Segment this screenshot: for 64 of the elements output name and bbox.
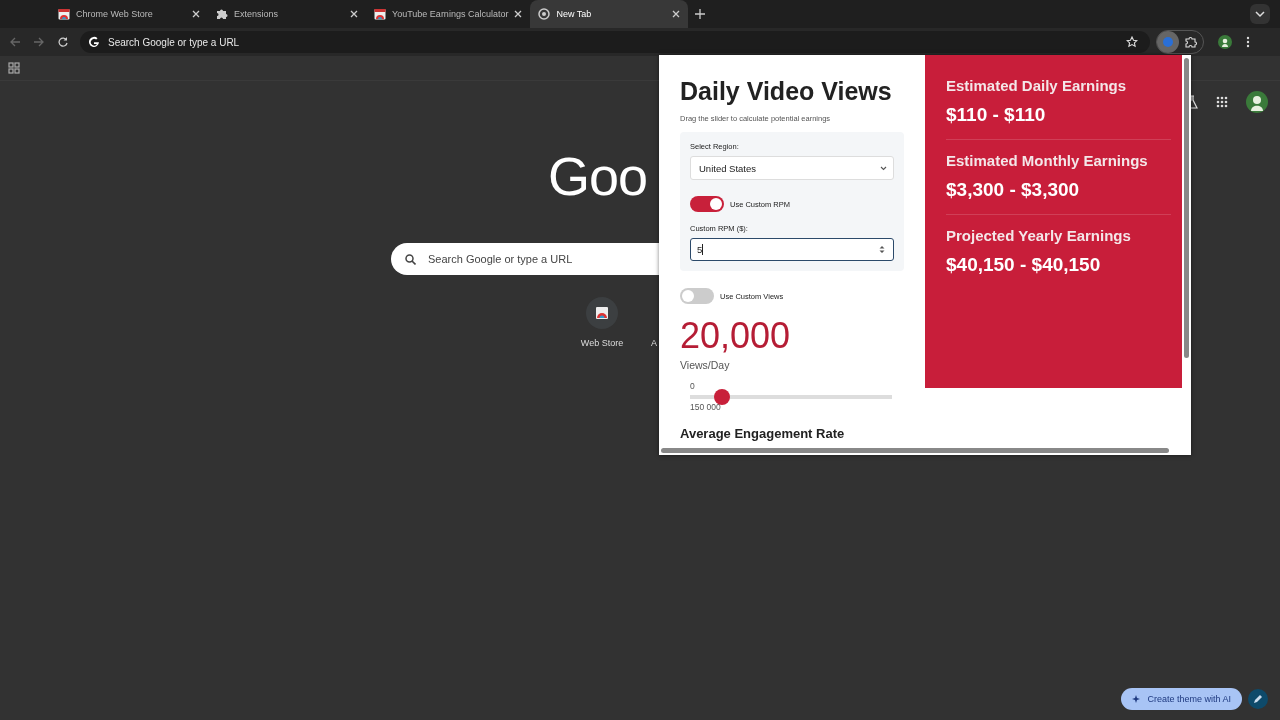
extension-icon[interactable] [1157,31,1179,53]
tab-title: New Tab [556,9,593,19]
edit-icon[interactable] [1248,689,1268,709]
apps-icon[interactable] [8,62,20,74]
toggle-switch[interactable] [690,196,724,212]
store-icon[interactable] [586,297,618,329]
input-value: 5 [697,244,703,255]
slider-thumb[interactable] [714,389,731,405]
tab-search-icon[interactable] [1250,4,1270,24]
reload-icon[interactable] [58,37,68,47]
tab-title: Extensions [234,9,280,19]
forward-icon[interactable] [34,37,44,47]
shortcut-label[interactable]: Web Store [580,338,624,348]
google-logo: Goo [548,149,648,203]
more-icon[interactable] [1246,36,1250,48]
toggle-switch[interactable] [680,288,714,304]
puzzle-icon[interactable] [1185,36,1197,48]
address-bar[interactable]: Search Google or type a URL [80,31,1150,53]
apps-icon[interactable] [1216,96,1228,108]
spinner-icon [879,245,885,254]
back-icon[interactable] [10,37,20,47]
views-unit: Views/Day [680,359,731,371]
address-placeholder: Search Google or type a URL [108,36,240,48]
sparkle-icon [1132,695,1141,703]
new-tab-icon[interactable] [695,9,706,19]
store-icon [374,8,386,20]
profile-avatar-icon[interactable] [1246,91,1268,113]
shortcut-label[interactable]: A [651,338,657,348]
section-heading: Average Engagement Rate [680,426,846,441]
tab-title: YouTube Earnings Calculator [392,9,509,19]
result-value: $110 - $110 [946,104,1047,126]
result-label: Estimated Monthly Earnings [946,152,1149,169]
slider-max-label: 150 000 [690,402,722,412]
create-theme-button[interactable]: Create theme with AI [1121,688,1242,710]
dropdown-value: United States [699,162,757,174]
result-label: Estimated Daily Earnings [946,77,1128,94]
chrome-icon [538,8,551,20]
close-icon[interactable] [514,10,523,18]
popup-title: Daily Video Views [680,77,893,106]
region-dropdown[interactable]: United States [690,156,894,180]
browser-tab[interactable]: YouTube Earnings Calculator [366,0,531,28]
puzzle-icon [216,8,228,20]
rpm-input[interactable]: 5 [690,238,894,261]
close-icon[interactable] [350,10,358,18]
result-value: $3,300 - $3,300 [946,179,1081,201]
star-icon[interactable] [1126,36,1138,48]
google-icon [88,36,100,48]
close-icon[interactable] [672,10,681,18]
search-icon [405,253,416,265]
browser-tab[interactable]: Chrome Web Store [50,0,208,28]
chevron-down-icon [880,165,887,171]
slider-min-label: 0 [690,381,696,391]
tab-title: Chrome Web Store [76,9,154,19]
scrollbar[interactable] [661,448,1169,453]
store-icon [58,8,70,20]
result-label: Projected Yearly Earnings [946,227,1132,244]
profile-avatar-icon[interactable] [1218,35,1232,49]
result-value: $40,150 - $40,150 [946,254,1102,276]
close-icon[interactable] [192,10,200,18]
views-count: 20,000 [680,318,792,354]
scrollbar[interactable] [1184,58,1189,358]
search-placeholder: Search Google or type a URL [428,253,573,265]
browser-tab[interactable]: Extensions [208,0,366,28]
browser-tab[interactable]: New Tab [530,0,689,28]
